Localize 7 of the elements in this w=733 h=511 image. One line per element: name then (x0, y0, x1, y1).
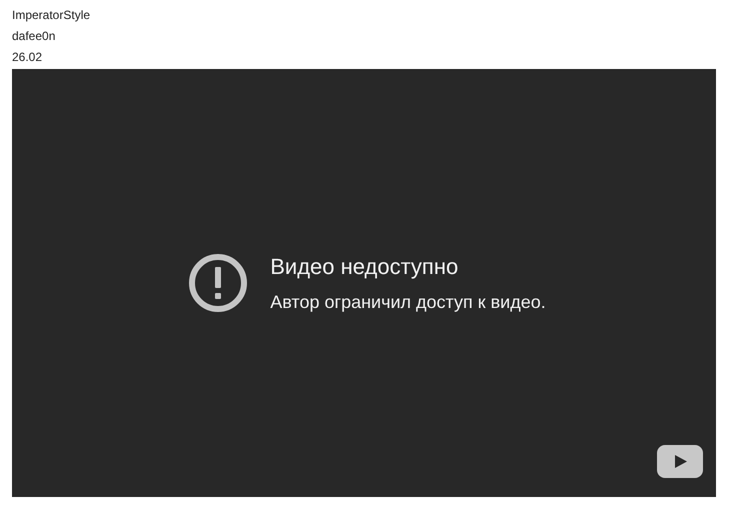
error-message: Автор ограничил доступ к видео. (270, 292, 546, 312)
error-title: Видео недоступно (270, 254, 460, 280)
text-line: dafee0n (12, 28, 56, 45)
warning-icon (188, 253, 248, 313)
play-logo-icon[interactable] (657, 445, 703, 478)
text-line: ImperatorStyle (12, 7, 92, 24)
text-line: 26.02 (12, 49, 44, 66)
